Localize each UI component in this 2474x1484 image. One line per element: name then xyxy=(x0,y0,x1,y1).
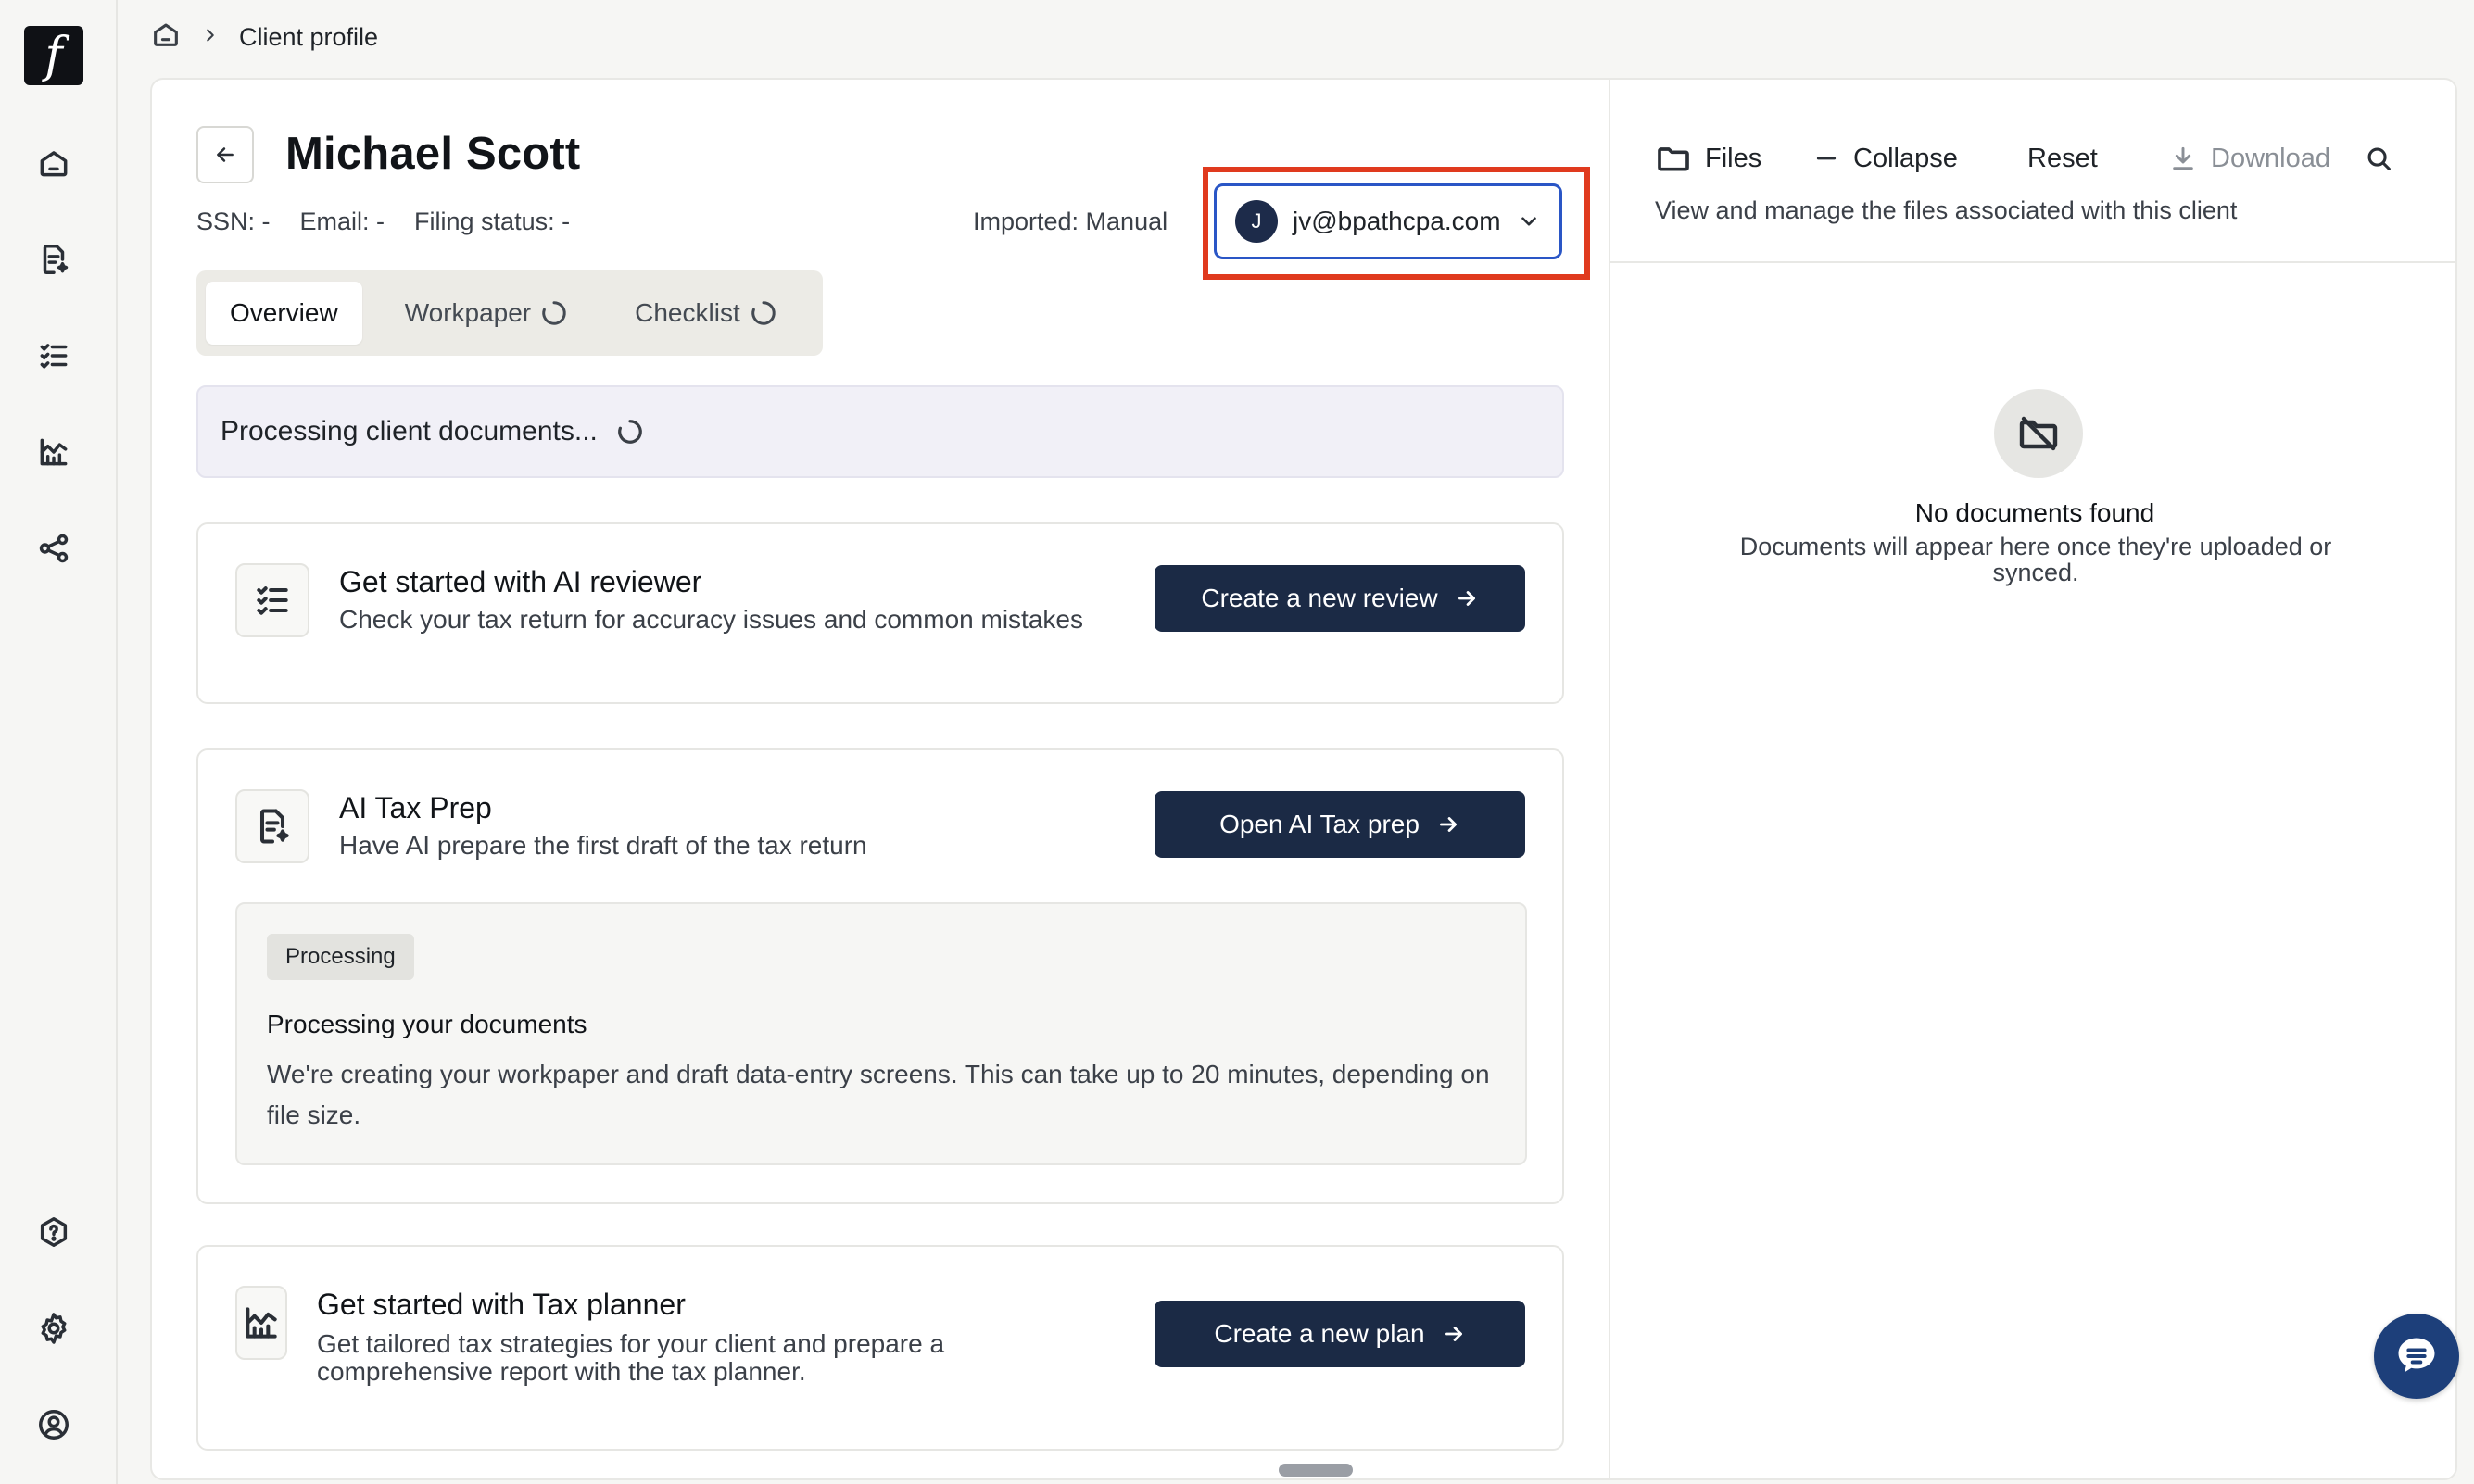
status-badge: Processing xyxy=(267,934,414,980)
checklist-icon[interactable] xyxy=(32,333,76,378)
help-icon[interactable] xyxy=(32,1210,76,1254)
download-icon xyxy=(2173,146,2193,170)
user-circle-icon[interactable] xyxy=(32,1402,76,1447)
chart-icon[interactable] xyxy=(32,430,76,474)
reset-button[interactable]: Reset xyxy=(2027,135,2098,182)
back-button[interactable] xyxy=(196,126,254,183)
tab-bar: Overview Workpaper Checklist xyxy=(196,270,823,356)
chevron-down-icon xyxy=(1521,217,1536,226)
processing-banner: Processing client documents... xyxy=(196,385,1564,478)
loading-spinner-icon xyxy=(751,301,776,325)
sidebar: f xyxy=(0,0,118,1484)
status-title: Processing your documents xyxy=(267,1010,587,1038)
home-icon[interactable] xyxy=(150,19,182,57)
loading-spinner-icon xyxy=(542,301,566,325)
tax-planner-card: Get started with Tax planner Get tailore… xyxy=(196,1245,1564,1451)
card-description: Check your tax return for accuracy issue… xyxy=(339,605,1083,634)
card-title: Get started with AI reviewer xyxy=(339,565,702,598)
status-description: We're creating your workpaper and draft … xyxy=(267,1060,1490,1129)
ai-tax-prep-card: AI Tax Prep Have AI prepare the first dr… xyxy=(196,748,1564,1204)
settings-icon[interactable] xyxy=(32,1306,76,1351)
ssn-label: SSN: - xyxy=(196,208,271,235)
client-profile-panel: Michael Scott SSN: - Email: - Filing sta… xyxy=(150,78,2457,1480)
loading-spinner-icon xyxy=(618,420,642,444)
divider xyxy=(1610,261,2455,263)
checklist-icon xyxy=(235,563,309,637)
filing-status-label: Filing status: - xyxy=(414,208,571,235)
tab-overview[interactable]: Overview xyxy=(206,282,362,345)
collapse-button[interactable]: Collapse xyxy=(1812,135,1958,182)
arrow-right-icon xyxy=(1445,1327,1462,1341)
document-sparkle-icon[interactable] xyxy=(32,237,76,282)
avatar: J xyxy=(1235,200,1278,243)
files-button[interactable]: Files xyxy=(1655,135,1761,182)
processing-status-box: Processing Processing your documents We'… xyxy=(235,902,1527,1165)
no-folder-icon xyxy=(1994,389,2083,478)
files-panel: Files Collapse Reset Download View and m… xyxy=(1609,80,2455,1478)
share-icon[interactable] xyxy=(32,526,76,571)
chart-icon xyxy=(235,1286,287,1360)
empty-state-description: Documents will appear here once they're … xyxy=(1739,533,2332,586)
create-plan-button[interactable]: Create a new plan xyxy=(1155,1301,1525,1367)
breadcrumb: Client profile xyxy=(150,19,378,56)
ai-reviewer-card: Get started with AI reviewer Check your … xyxy=(196,522,1564,704)
email-label: Email: - xyxy=(299,208,385,235)
card-title: Get started with Tax planner xyxy=(317,1288,686,1321)
arrow-right-icon xyxy=(1458,591,1475,606)
client-overview: Michael Scott SSN: - Email: - Filing sta… xyxy=(152,80,1609,1478)
minus-icon xyxy=(1816,157,1837,160)
document-sparkle-icon xyxy=(235,789,309,863)
app-logo[interactable]: f xyxy=(24,26,83,85)
breadcrumb-current: Client profile xyxy=(239,22,379,51)
tab-checklist[interactable]: Checklist xyxy=(611,282,802,345)
download-button[interactable]: Download xyxy=(2168,135,2330,182)
files-subtitle: View and manage the files associated wit… xyxy=(1655,196,2238,224)
folder-icon xyxy=(1658,147,1689,171)
assignee-email: jv@bpathcpa.com xyxy=(1293,207,1501,235)
tab-workpaper[interactable]: Workpaper xyxy=(381,282,592,345)
home-icon[interactable] xyxy=(32,141,76,185)
imported-label: Imported: Manual xyxy=(973,208,1168,235)
chevron-right-icon xyxy=(200,23,221,52)
chat-icon xyxy=(2398,1338,2435,1373)
create-review-button[interactable]: Create a new review xyxy=(1155,565,1525,632)
card-description: Get tailored tax strategies for your cli… xyxy=(317,1329,945,1386)
card-title: AI Tax Prep xyxy=(339,791,492,824)
empty-state-title: No documents found xyxy=(1914,498,2155,527)
client-meta: SSN: - Email: - Filing status: - xyxy=(196,208,570,236)
assignee-select[interactable]: J jv@bpathcpa.com xyxy=(1214,183,1562,259)
search-icon xyxy=(2367,147,2391,170)
chat-button[interactable] xyxy=(2374,1314,2459,1399)
open-tax-prep-button[interactable]: Open AI Tax prep xyxy=(1155,791,1525,858)
search-button[interactable] xyxy=(2363,135,2394,182)
resize-handle[interactable] xyxy=(1279,1464,1353,1477)
arrow-right-icon xyxy=(1439,817,1457,832)
card-description: Have AI prepare the first draft of the t… xyxy=(339,831,867,860)
files-toolbar: Files Collapse Reset Download xyxy=(1610,135,2455,182)
page-title: Michael Scott xyxy=(285,129,581,179)
arrow-left-icon xyxy=(217,147,234,162)
